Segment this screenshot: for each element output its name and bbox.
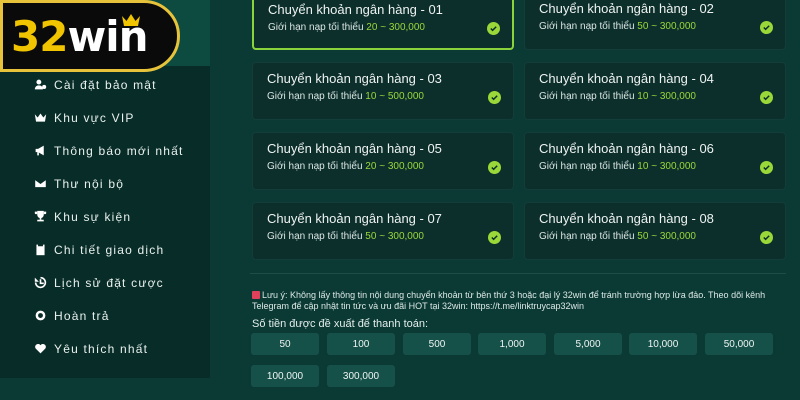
bank-card-08[interactable]: Chuyển khoản ngân hàng - 08 Giới hạn nạp… [524, 202, 786, 260]
bank-limit: Giới hạn nạp tối thiểu 10 ~ 500,000 [267, 91, 424, 102]
sidebar-item-label: Yêu thích nhất [54, 341, 149, 356]
amount-chip-50000[interactable]: 50,000 [705, 333, 773, 355]
bank-card-07[interactable]: Chuyển khoản ngân hàng - 07 Giới hạn nạp… [252, 202, 514, 260]
amount-chip-5000[interactable]: 5,000 [554, 333, 622, 355]
bank-title: Chuyển khoản ngân hàng - 07 [267, 211, 442, 226]
crown-icon [33, 111, 47, 125]
amount-suggest-label: Số tiền được đề xuất để thanh toán: [252, 318, 429, 330]
limit-label: Giới hạn nạp tối thiểu [267, 161, 363, 172]
check-icon [488, 161, 501, 174]
limit-label: Giới hạn nạp tối thiểu [267, 91, 363, 102]
bank-title: Chuyển khoản ngân hàng - 05 [267, 141, 442, 156]
bank-title: Chuyển khoản ngân hàng - 02 [539, 1, 714, 16]
amount-chip-300000[interactable]: 300,000 [327, 365, 395, 387]
bank-card-06[interactable]: Chuyển khoản ngân hàng - 06 Giới hạn nạp… [524, 132, 786, 190]
bank-limit: Giới hạn nạp tối thiểu 50 ~ 300,000 [539, 21, 696, 32]
sidebar-item-notifications[interactable]: Thông báo mới nhất [0, 134, 210, 167]
sidebar-item-label: Lịch sử đặt cược [54, 275, 164, 290]
bank-limit: Giới hạn nạp tối thiểu 50 ~ 300,000 [267, 231, 424, 242]
bank-limit: Giới hạn nạp tối thiểu 10 ~ 300,000 [539, 91, 696, 102]
bank-limit: Giới hạn nạp tối thiểu 20 ~ 300,000 [268, 22, 425, 33]
amount-chip-50[interactable]: 50 [251, 333, 319, 355]
sidebar-item-transactions[interactable]: Chi tiết giao dịch [0, 233, 210, 266]
limit-amount: 10 ~ 500,000 [365, 91, 424, 102]
heart-icon [33, 342, 47, 356]
limit-label: Giới hạn nạp tối thiểu [539, 21, 635, 32]
limit-amount: 20 ~ 300,000 [365, 161, 424, 172]
bank-limit: Giới hạn nạp tối thiểu 20 ~ 300,000 [267, 161, 424, 172]
warning-icon [252, 291, 260, 299]
divider [250, 273, 786, 274]
limit-label: Giới hạn nạp tối thiểu [539, 91, 635, 102]
limit-label: Giới hạn nạp tối thiểu [539, 161, 635, 172]
limit-label: Giới hạn nạp tối thiểu [268, 22, 364, 33]
check-icon [488, 231, 501, 244]
bank-title: Chuyển khoản ngân hàng - 01 [268, 2, 443, 17]
coin-icon [33, 309, 47, 323]
amount-chip-1000[interactable]: 1,000 [478, 333, 546, 355]
sidebar-item-rebate[interactable]: Hoàn trả [0, 299, 210, 332]
sidebar-menu: Cài đặt bảo mật Khu vực VIP Thông báo mớ… [0, 68, 210, 365]
bank-card-05[interactable]: Chuyển khoản ngân hàng - 05 Giới hạn nạp… [252, 132, 514, 190]
history-icon [33, 276, 47, 290]
main-content: Chuyển khoản ngân hàng - 01 Giới hạn nạp… [232, 0, 800, 400]
sidebar-item-label: Khu sự kiện [54, 209, 132, 224]
check-icon [487, 22, 500, 35]
limit-label: Giới hạn nạp tối thiểu [539, 231, 635, 242]
amount-chip-10000[interactable]: 10,000 [629, 333, 697, 355]
bank-title: Chuyển khoản ngân hàng - 06 [539, 141, 714, 156]
logo-number: 32 [11, 11, 68, 61]
check-icon [488, 91, 501, 104]
sidebar-item-label: Thông báo mới nhất [54, 143, 184, 158]
amount-chip-100000[interactable]: 100,000 [251, 365, 319, 387]
bank-limit: Giới hạn nạp tối thiểu 10 ~ 300,000 [539, 161, 696, 172]
envelope-icon [33, 177, 47, 191]
limit-amount: 10 ~ 300,000 [637, 91, 696, 102]
warning-note: Lưu ý: Không lấy thông tin nội dung chuy… [252, 290, 792, 312]
bank-card-04[interactable]: Chuyển khoản ngân hàng - 04 Giới hạn nạp… [524, 62, 786, 120]
limit-amount: 10 ~ 300,000 [637, 161, 696, 172]
limit-amount: 20 ~ 300,000 [366, 22, 425, 33]
bank-title: Chuyển khoản ngân hàng - 08 [539, 211, 714, 226]
bank-card-01[interactable]: Chuyển khoản ngân hàng - 01 Giới hạn nạp… [252, 0, 514, 50]
sidebar-item-label: Thư nội bộ [54, 176, 125, 191]
sidebar-item-label: Chi tiết giao dịch [54, 242, 165, 257]
amount-chip-100[interactable]: 100 [327, 333, 395, 355]
brand-logo[interactable]: 32 win [0, 0, 180, 72]
check-icon [760, 91, 773, 104]
logo-crown-icon [122, 14, 140, 26]
sidebar-item-favorites[interactable]: Yêu thích nhất [0, 332, 210, 365]
sidebar-item-inbox[interactable]: Thư nội bộ [0, 167, 210, 200]
sidebar-item-label: Hoàn trả [54, 308, 110, 323]
clipboard-icon [33, 243, 47, 257]
sidebar-item-vip[interactable]: Khu vực VIP [0, 101, 210, 134]
sidebar-item-label: Khu vực VIP [54, 110, 135, 125]
bank-card-02[interactable]: Chuyển khoản ngân hàng - 02 Giới hạn nạp… [524, 0, 786, 50]
bank-title: Chuyển khoản ngân hàng - 04 [539, 71, 714, 86]
limit-amount: 50 ~ 300,000 [637, 231, 696, 242]
check-icon [760, 21, 773, 34]
bank-limit: Giới hạn nạp tối thiểu 50 ~ 300,000 [539, 231, 696, 242]
trophy-icon [33, 210, 47, 224]
note-text: Lưu ý: Không lấy thông tin nội dung chuy… [252, 290, 766, 311]
user-gear-icon [33, 78, 47, 92]
bank-card-03[interactable]: Chuyển khoản ngân hàng - 03 Giới hạn nạp… [252, 62, 514, 120]
sidebar-item-security[interactable]: Cài đặt bảo mật [0, 68, 210, 101]
megaphone-icon [33, 144, 47, 158]
check-icon [760, 161, 773, 174]
sidebar-item-bet-history[interactable]: Lịch sử đặt cược [0, 266, 210, 299]
amount-chip-500[interactable]: 500 [403, 333, 471, 355]
bank-title: Chuyển khoản ngân hàng - 03 [267, 71, 442, 86]
check-icon [760, 231, 773, 244]
limit-amount: 50 ~ 300,000 [365, 231, 424, 242]
limit-label: Giới hạn nạp tối thiểu [267, 231, 363, 242]
sidebar-item-label: Cài đặt bảo mật [54, 77, 157, 92]
limit-amount: 50 ~ 300,000 [637, 21, 696, 32]
sidebar-item-events[interactable]: Khu sự kiện [0, 200, 210, 233]
